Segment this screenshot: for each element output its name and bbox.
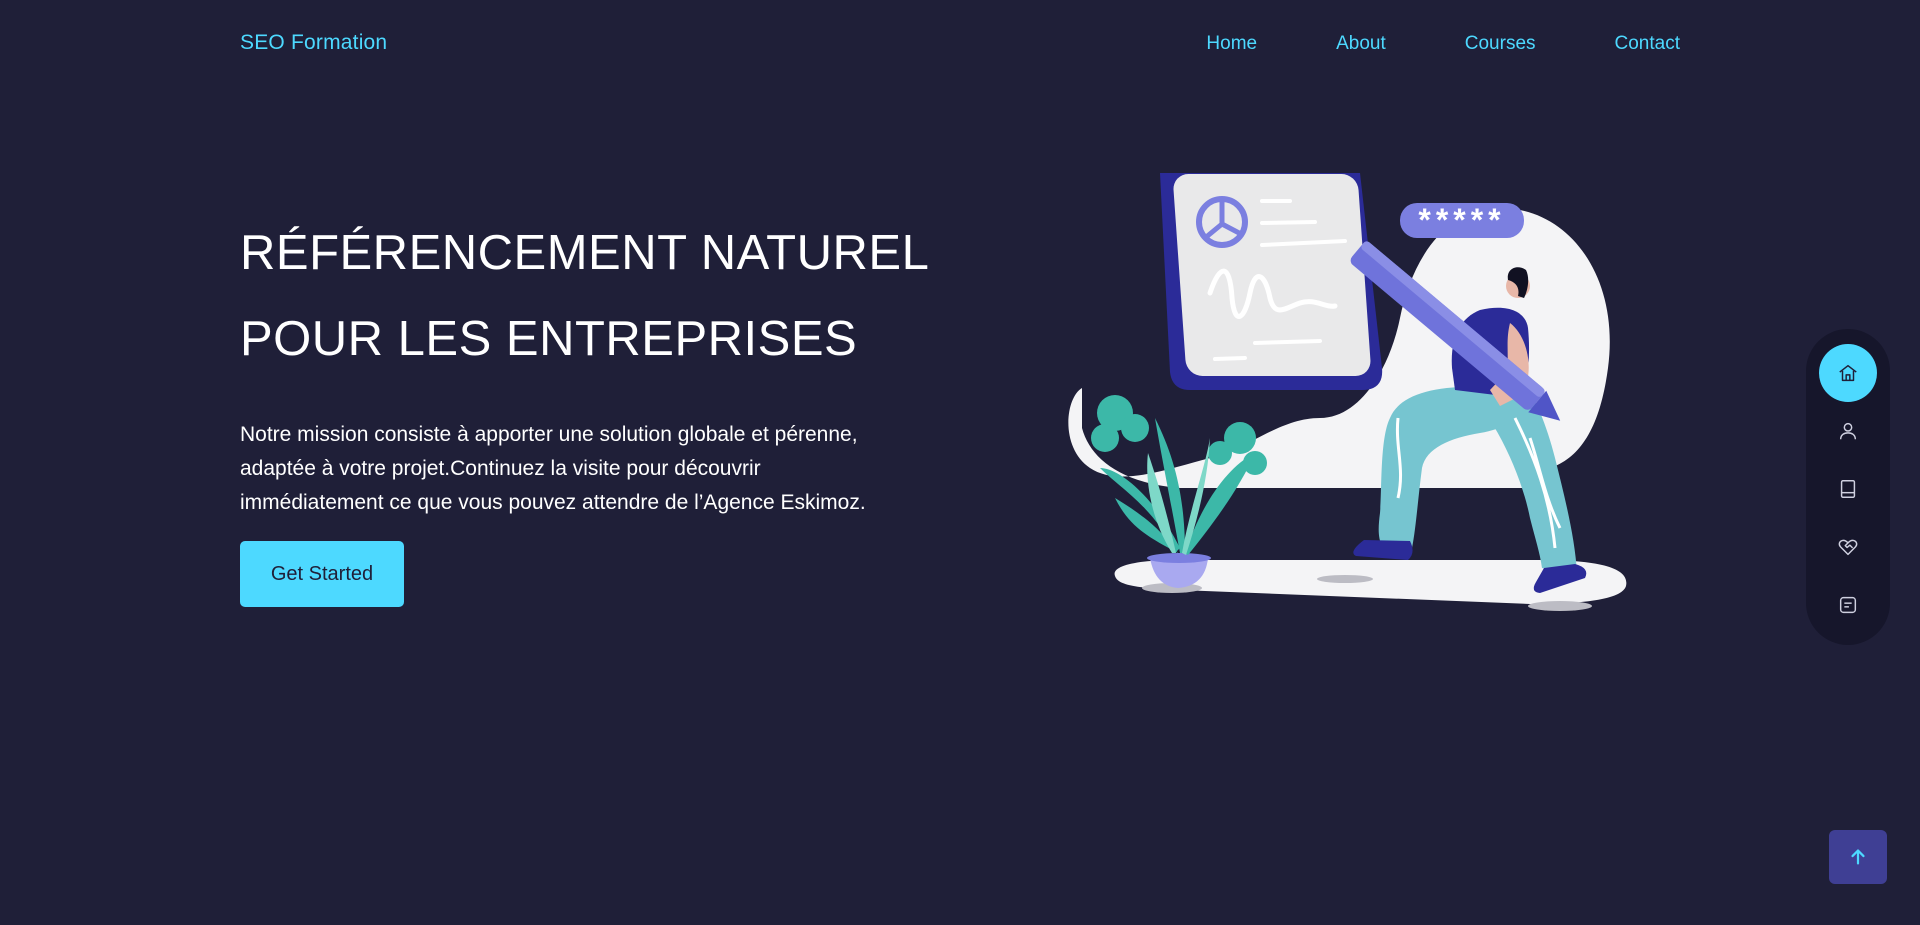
- nav-link-contact[interactable]: Contact: [1615, 33, 1680, 55]
- shoe-shadow-left: [1317, 575, 1373, 583]
- side-nav-courses[interactable]: [1819, 460, 1877, 518]
- side-nav-services[interactable]: [1819, 518, 1877, 576]
- user-icon: [1839, 422, 1857, 440]
- get-started-button[interactable]: Get Started: [240, 541, 404, 607]
- side-nav-home[interactable]: [1819, 344, 1877, 402]
- site-logo[interactable]: SEO Formation: [240, 31, 387, 55]
- plant: [1091, 395, 1267, 588]
- password-mask: *****: [1418, 202, 1505, 238]
- hero-description-line-3: immédiatement ce que vous pouvez attendr…: [240, 491, 866, 514]
- message-icon: [1839, 596, 1857, 614]
- side-navigation: [1806, 329, 1890, 645]
- hero-illustration: *****: [1068, 173, 1627, 611]
- nav-link-home[interactable]: Home: [1206, 33, 1257, 55]
- arrow-up-icon: [1851, 849, 1865, 865]
- hero-title: RÉFÉRENCEMENT NATUREL POUR LES ENTREPRIS…: [240, 210, 940, 382]
- side-nav-contact[interactable]: [1819, 576, 1877, 634]
- book-icon: [1840, 480, 1856, 498]
- side-nav-about[interactable]: [1819, 402, 1877, 460]
- scroll-to-top-button[interactable]: [1829, 830, 1887, 884]
- person-shoe-left: [1353, 540, 1413, 560]
- document-card: [1173, 174, 1371, 376]
- hero-title-line-2: POUR LES ENTREPRISES: [240, 312, 858, 366]
- hero-section: RÉFÉRENCEMENT NATUREL POUR LES ENTREPRIS…: [240, 210, 940, 520]
- nav-link-about[interactable]: About: [1336, 33, 1386, 55]
- site-header: SEO Formation Home About Courses Contact: [0, 0, 1920, 88]
- main-nav: Home About Courses Contact: [1127, 33, 1680, 55]
- hero-title-line-1: RÉFÉRENCEMENT NATUREL: [240, 226, 930, 280]
- hero-description: Notre mission consiste à apporter une so…: [240, 418, 930, 520]
- shoe-shadow-right: [1528, 601, 1592, 611]
- hero-description-line-2: adaptée à votre projet.Continuez la visi…: [240, 457, 761, 480]
- handshake-icon: [1838, 539, 1858, 556]
- hero-description-line-1: Notre mission consiste à apporter une so…: [240, 423, 858, 446]
- nav-link-courses[interactable]: Courses: [1465, 33, 1536, 55]
- home-icon: [1839, 364, 1857, 382]
